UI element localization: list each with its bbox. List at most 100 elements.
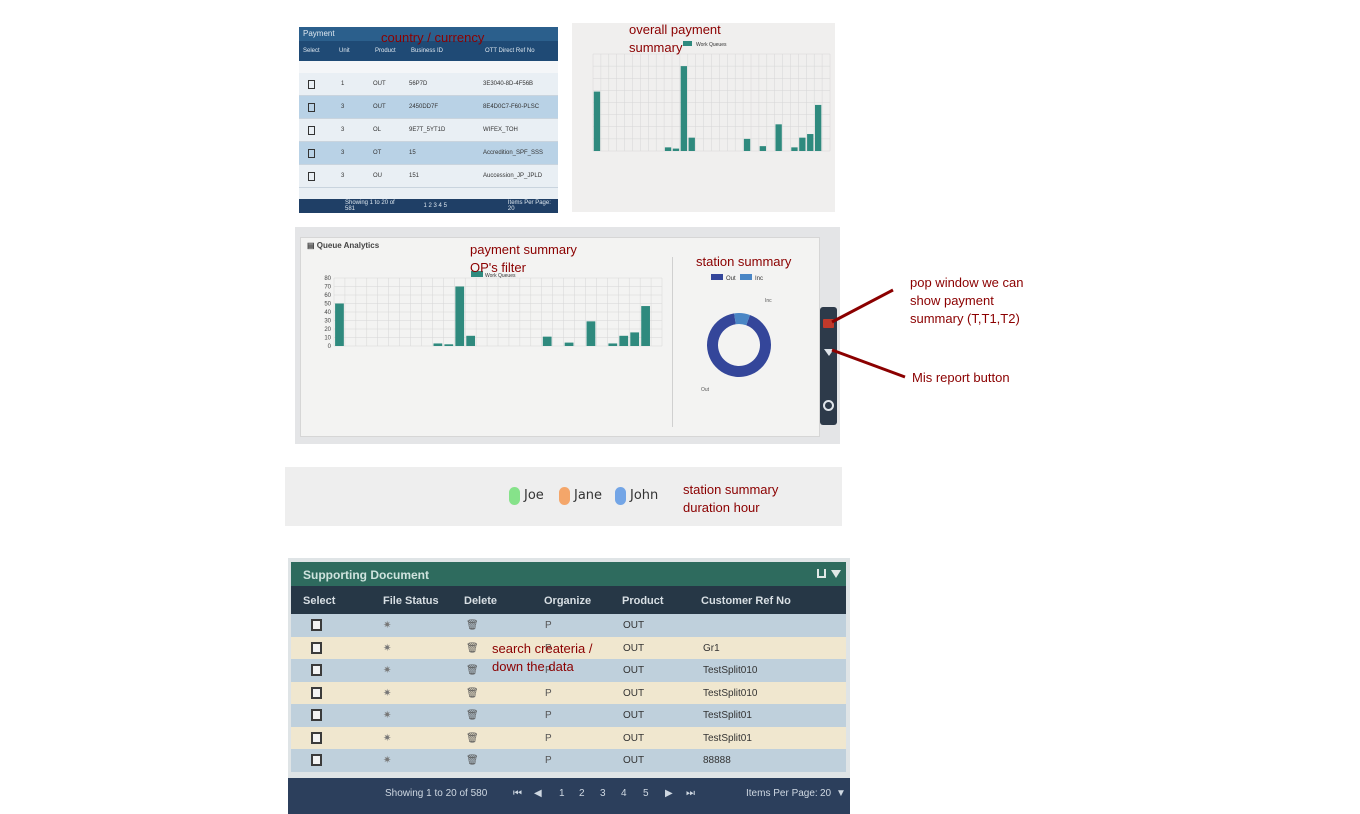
table-row[interactable]: 3 OL 9E7T_5YT1D WIFEX_TOH (299, 119, 558, 142)
page-link[interactable]: 4 (621, 788, 627, 799)
bar[interactable] (564, 342, 574, 346)
donut-label-inc: Inc (765, 298, 772, 304)
table-row[interactable]: ✷ 🗑 P OUT (291, 614, 846, 637)
document-pagination: Showing 1 to 20 of 580 ⏮ ◀ 1 2 3 4 5 ▶ ⏭… (288, 778, 850, 814)
note-overall-payment: overall payment summary (629, 22, 721, 55)
bar[interactable] (814, 104, 822, 151)
row-checkbox[interactable] (308, 125, 315, 135)
customer-ref-cell: Gr1 (703, 642, 720, 654)
row-checkbox[interactable] (311, 664, 322, 676)
document-table-body: ✷ 🗑 P OUT ✷ 🗑 P OUT Gr1 ✷ 🗑 P OUT TestSplit010 ✷ 🗑 P OUT T… (291, 614, 846, 772)
customer-ref-cell: 88888 (703, 755, 731, 766)
organize-icon[interactable]: P (545, 733, 552, 744)
col-unit: Unit (339, 48, 350, 54)
first-page-icon[interactable]: ⏮ (513, 788, 522, 799)
table-row[interactable]: 3 OT 15 Accredition_SPF_SSS (299, 142, 558, 165)
filter-icon[interactable] (831, 570, 841, 578)
organize-icon[interactable]: P (545, 620, 552, 631)
bar[interactable] (775, 124, 782, 151)
bar[interactable] (335, 303, 344, 347)
bar[interactable] (455, 286, 465, 347)
table-row[interactable]: ✷ 🗑 P OUT 88888 (291, 749, 846, 772)
note-search-criteria: search createria / down the data (492, 641, 593, 674)
y-tick-label: 60 (324, 293, 331, 299)
col-product: Product (375, 48, 396, 54)
payment-table-panel: Payment Select Unit Product Business ID … (299, 27, 558, 213)
spinner-icon: ✷ (383, 710, 392, 721)
organize-icon[interactable]: P (545, 710, 552, 721)
bar[interactable] (688, 137, 695, 151)
bar[interactable] (542, 336, 552, 346)
trash-icon[interactable]: 🗑 (466, 665, 479, 676)
row-checkbox[interactable] (311, 709, 322, 721)
row-checkbox[interactable] (311, 731, 322, 744)
table-row[interactable]: ✷ 🗑 P OUT TestSplit010 (291, 681, 846, 705)
y-tick-label: 0 (328, 344, 332, 350)
trash-icon[interactable]: 🗑 (466, 643, 479, 654)
row-checkbox[interactable] (308, 102, 315, 112)
trash-icon[interactable]: 🗑 (466, 755, 479, 766)
y-tick-label: 30 (324, 319, 331, 325)
bar[interactable] (641, 306, 650, 346)
bar[interactable] (619, 335, 629, 346)
next-page-icon[interactable]: ▶ (665, 788, 673, 799)
row-checkbox[interactable] (311, 754, 322, 766)
page-links[interactable]: 1 2 3 4 5 (424, 203, 492, 209)
refresh-icon[interactable] (823, 400, 834, 411)
col-customer-ref: Customer Ref No (701, 595, 791, 607)
items-per-page-select[interactable]: 20 (820, 788, 831, 799)
row-checkbox[interactable] (311, 641, 322, 654)
row-checkbox[interactable] (308, 79, 315, 89)
table-row[interactable]: 3 OUT 2450DD7F 8E4D0C7-F60-PLSC (299, 96, 558, 119)
customer-ref-cell: TestSplit01 (703, 732, 752, 744)
table-row[interactable]: ✷ 🗑 P OUT TestSplit01 (291, 704, 846, 727)
row-checkbox[interactable] (308, 171, 315, 181)
bar[interactable] (466, 335, 476, 346)
supporting-document-panel: Supporting Document Select File Status D… (288, 558, 850, 814)
bar[interactable] (799, 137, 806, 151)
bar[interactable] (586, 321, 596, 346)
trash-icon[interactable]: 🗑 (466, 710, 479, 721)
organize-icon[interactable]: P (545, 688, 552, 699)
table-row[interactable]: 1 OUT 56P7D 3E3040-8D-4F56B (299, 73, 558, 96)
bar[interactable] (444, 344, 454, 346)
organize-icon[interactable]: P (545, 755, 552, 766)
page-link[interactable]: 2 (579, 788, 585, 799)
bar[interactable] (608, 343, 618, 346)
row-checkbox[interactable] (308, 148, 315, 158)
col-product: Product (622, 595, 664, 607)
y-tick-label: 50 (324, 302, 331, 308)
bar[interactable] (664, 147, 672, 151)
pagination-summary: Showing 1 to 20 of 581 (345, 200, 395, 212)
bar[interactable] (680, 66, 688, 151)
filter-icon[interactable] (824, 349, 834, 356)
prev-page-icon[interactable]: ◀ (534, 788, 542, 799)
bar[interactable] (743, 138, 751, 151)
row-checkbox[interactable] (311, 686, 322, 699)
bar[interactable] (807, 134, 814, 151)
table-row[interactable]: ✷ 🗑 P OUT TestSplit01 (291, 726, 846, 750)
page-link[interactable]: 3 (600, 788, 606, 799)
items-per-page[interactable]: Items Per Page: 20 (508, 200, 558, 212)
row-checkbox[interactable] (311, 619, 322, 631)
donut-legend-out: Out (726, 276, 736, 282)
bar[interactable] (759, 146, 767, 151)
bar[interactable] (672, 148, 680, 151)
trash-icon[interactable]: 🗑 (466, 620, 479, 631)
bar[interactable] (791, 147, 798, 151)
y-tick-label: 10 (324, 336, 331, 342)
download-icon[interactable] (817, 569, 826, 578)
trash-icon[interactable]: 🗑 (466, 688, 479, 699)
table-row[interactable]: 3 OU 151 Auccession_JP_JPLD (299, 165, 558, 188)
page-link[interactable]: 5 (643, 788, 649, 799)
trash-icon[interactable]: 🗑 (466, 733, 479, 744)
donut-legend-swatch-out (711, 274, 723, 280)
last-page-icon[interactable]: ⏭ (686, 788, 695, 799)
bar[interactable] (433, 343, 443, 346)
payment-summary-popup-icon[interactable] (823, 319, 834, 328)
bar[interactable] (593, 91, 601, 151)
bar[interactable] (630, 332, 640, 346)
page-link[interactable]: 1 (559, 788, 565, 799)
chevron-down-icon[interactable]: ▼ (836, 788, 846, 799)
note-mis-report: Mis report button (912, 370, 1010, 385)
